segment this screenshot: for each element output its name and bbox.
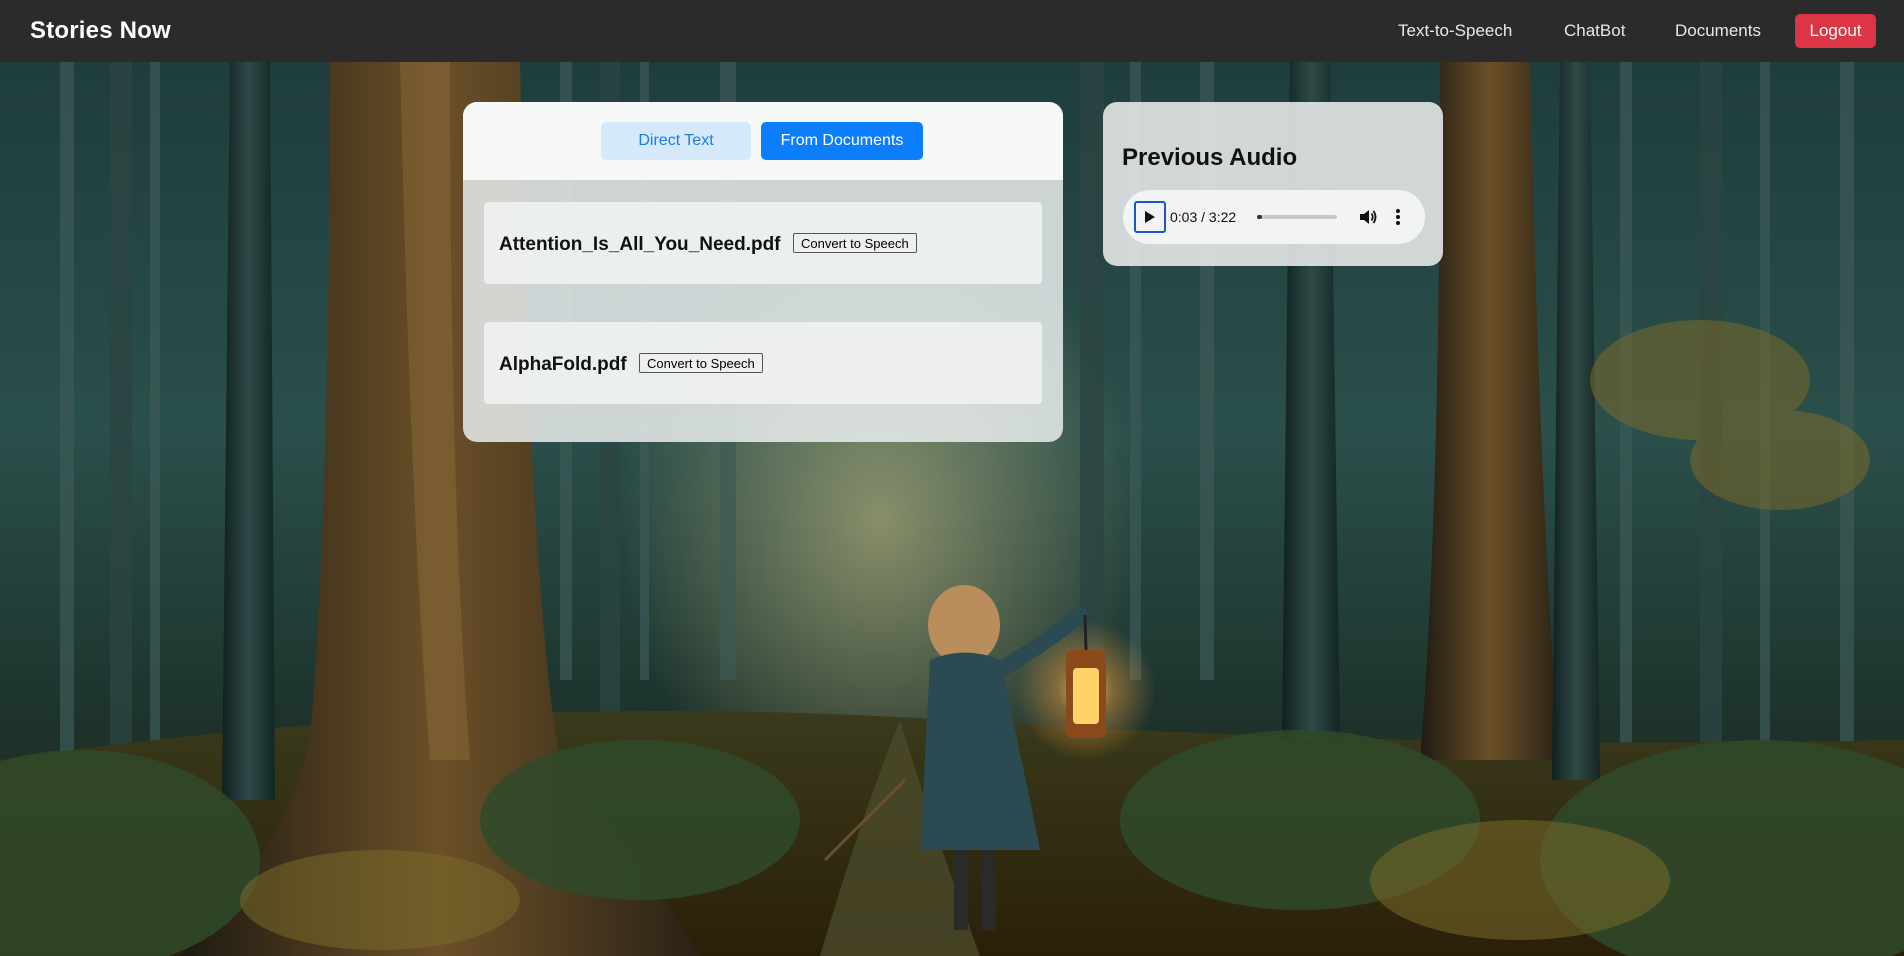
playback-progress-bar[interactable] <box>1257 215 1337 219</box>
nav-link-chatbot[interactable]: ChatBot <box>1564 21 1625 41</box>
convert-to-speech-button[interactable]: Convert to Speech <box>639 353 763 373</box>
top-navbar: Stories Now Text-to-Speech ChatBot Docum… <box>0 0 1904 62</box>
volume-button[interactable] <box>1357 206 1379 228</box>
previous-audio-card: Previous Audio 0:03 / 3:22 <box>1103 102 1443 266</box>
document-list-item: AlphaFold.pdf Convert to Speech <box>484 322 1042 404</box>
document-list-item: Attention_Is_All_You_Need.pdf Convert to… <box>484 202 1042 284</box>
previous-audio-title: Previous Audio <box>1122 144 1298 171</box>
playback-time: 0:03 / 3:22 <box>1170 209 1237 225</box>
more-options-icon <box>1396 209 1400 225</box>
tab-direct-text[interactable]: Direct Text <box>601 122 751 160</box>
convert-to-speech-button[interactable]: Convert to Speech <box>793 233 917 253</box>
more-options-button[interactable] <box>1389 206 1407 228</box>
play-button[interactable] <box>1134 201 1166 233</box>
nav-link-documents[interactable]: Documents <box>1675 21 1761 41</box>
brand-logo-text[interactable]: Stories Now <box>30 17 171 45</box>
mode-tab-bar: Direct Text From Documents <box>463 102 1063 180</box>
tab-from-documents[interactable]: From Documents <box>761 122 923 160</box>
logout-button[interactable]: Logout <box>1795 14 1876 48</box>
playback-progress-fill <box>1257 215 1262 219</box>
play-icon <box>1145 211 1155 223</box>
document-name: Attention_Is_All_You_Need.pdf <box>499 234 781 255</box>
document-conversion-card: Direct Text From Documents Attention_Is_… <box>463 102 1063 442</box>
nav-link-text-to-speech[interactable]: Text-to-Speech <box>1398 21 1512 41</box>
audio-player: 0:03 / 3:22 <box>1123 190 1425 244</box>
document-name: AlphaFold.pdf <box>499 354 627 375</box>
volume-icon <box>1360 210 1377 224</box>
